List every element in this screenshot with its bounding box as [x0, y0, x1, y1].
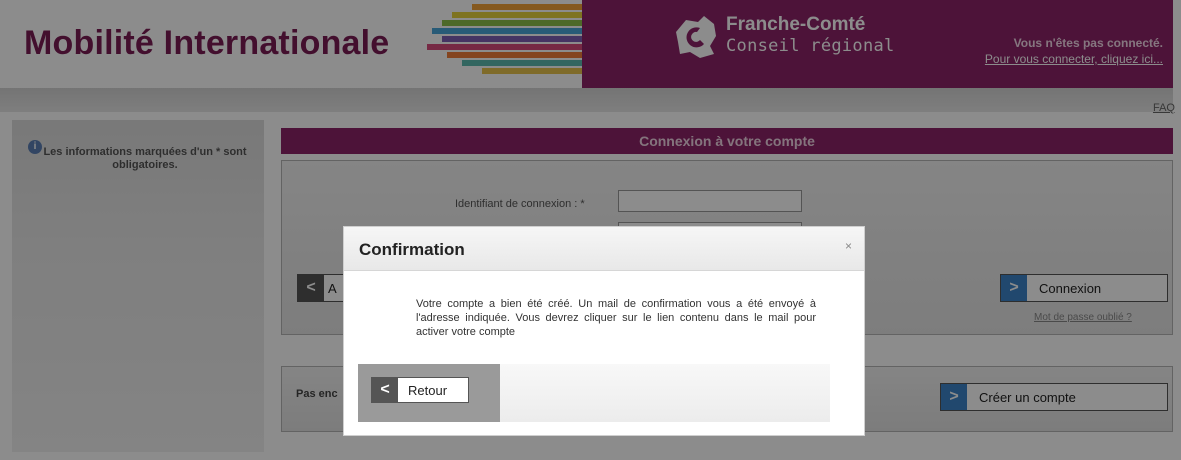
retour-button[interactable]: < Retour — [371, 377, 469, 403]
retour-button-label: Retour — [408, 382, 448, 398]
chevron-left-icon: < — [372, 378, 398, 402]
close-icon[interactable]: × — [845, 239, 852, 253]
dialog-title: Confirmation — [359, 240, 465, 259]
dialog-header: Confirmation × — [344, 227, 864, 271]
dialog-message: Votre compte a bien été créé. Un mail de… — [416, 298, 816, 338]
confirmation-dialog: Confirmation × Votre compte a bien été c… — [343, 226, 865, 436]
